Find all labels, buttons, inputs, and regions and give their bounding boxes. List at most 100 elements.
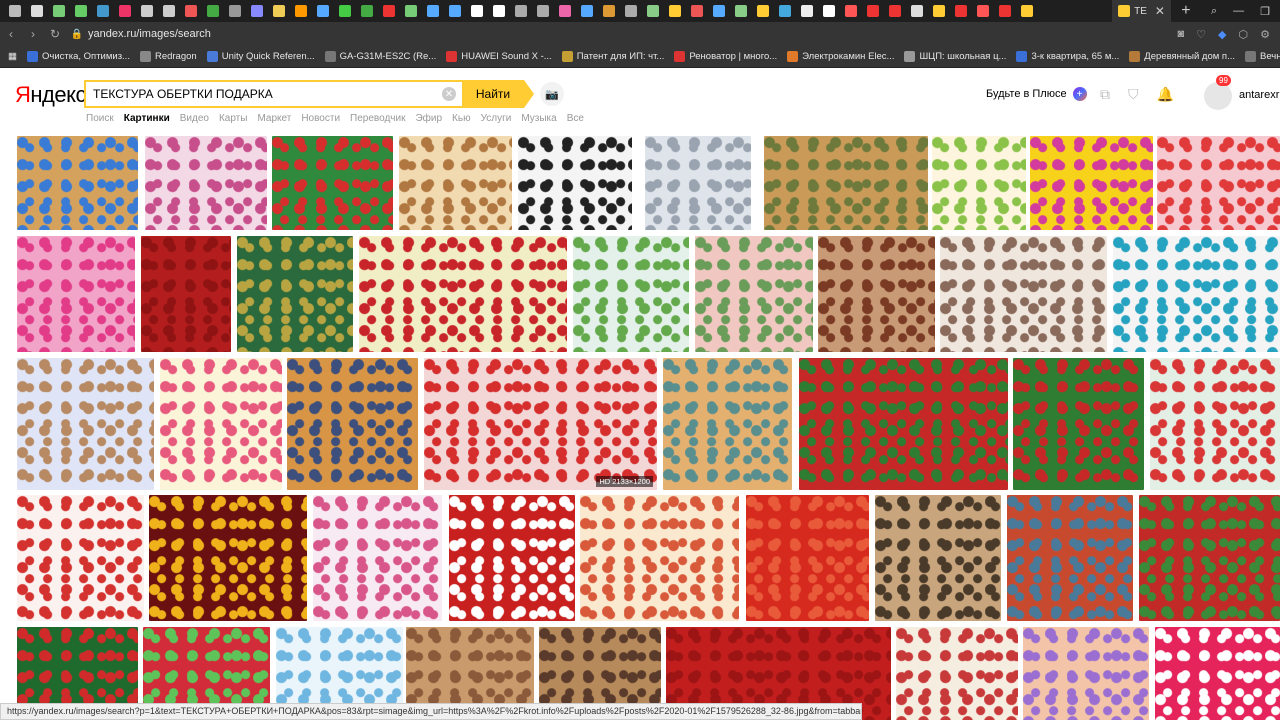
active-tab[interactable]: TE ✕ — [1112, 0, 1171, 22]
image-result[interactable] — [645, 136, 751, 230]
image-result[interactable] — [799, 358, 1008, 490]
nav-item[interactable]: Поиск — [86, 113, 114, 124]
image-result[interactable] — [663, 358, 792, 490]
nav-item[interactable]: Карты — [219, 113, 248, 124]
restore-icon[interactable]: ❐ — [1260, 5, 1270, 18]
tab-favicon-icon[interactable] — [911, 5, 923, 17]
forward-icon[interactable]: › — [22, 27, 44, 41]
nav-item[interactable]: Все — [567, 113, 584, 124]
lock-icon[interactable]: 🔒 — [66, 29, 88, 40]
nav-item[interactable]: Новости — [301, 113, 340, 124]
tab-favicon-icon[interactable] — [207, 5, 219, 17]
search-tabs-icon[interactable]: ⌕ — [1211, 5, 1217, 18]
image-result[interactable] — [746, 495, 869, 621]
image-result[interactable] — [1030, 136, 1153, 230]
image-result[interactable] — [359, 236, 567, 352]
tab-favicon-icon[interactable] — [53, 5, 65, 17]
tab-favicon-icon[interactable] — [713, 5, 725, 17]
image-result[interactable] — [272, 136, 393, 230]
extension-icon[interactable]: ◆ — [1218, 28, 1226, 41]
yandex-logo[interactable]: Яндекс — [15, 82, 86, 108]
bookmark-item[interactable]: Redragon — [139, 51, 197, 62]
close-icon[interactable]: ✕ — [1155, 4, 1165, 18]
nav-item[interactable]: Эфир — [415, 113, 442, 124]
tab-favicon-icon[interactable] — [977, 5, 989, 17]
plus-promo[interactable]: Будьте в Плюсе + — [986, 87, 1087, 101]
search-input[interactable]: ТЕКСТУРА ОБЕРТКИ ПОДАРКА ✕ — [84, 80, 462, 108]
tab-favicon-icon[interactable] — [163, 5, 175, 17]
tab-favicon-icon[interactable] — [361, 5, 373, 17]
tab-favicon-icon[interactable] — [867, 5, 879, 17]
tab-favicon-icon[interactable] — [251, 5, 263, 17]
url-field[interactable]: yandex.ru/images/search — [88, 28, 1178, 40]
camera-icon[interactable]: ◙ — [1178, 28, 1185, 41]
tab-favicon-icon[interactable] — [559, 5, 571, 17]
reload-icon[interactable]: ↻ — [44, 27, 66, 41]
image-result[interactable] — [896, 627, 1018, 720]
search-query[interactable]: ТЕКСТУРА ОБЕРТКИ ПОДАРКА — [93, 87, 442, 101]
tab-favicon-icon[interactable] — [845, 5, 857, 17]
tab-favicon-icon[interactable] — [625, 5, 637, 17]
username[interactable]: antarexru — [1239, 89, 1280, 101]
image-result[interactable] — [17, 495, 144, 621]
user-avatar[interactable]: 99 — [1204, 75, 1232, 110]
tab-favicon-icon[interactable] — [955, 5, 967, 17]
tab-favicon-icon[interactable] — [471, 5, 483, 17]
bookmark-item[interactable]: Вечные ссылки и с... — [1245, 51, 1280, 62]
image-result[interactable] — [1155, 627, 1280, 720]
image-result[interactable] — [518, 136, 632, 230]
nav-item[interactable]: Услуги — [481, 113, 512, 124]
image-result[interactable] — [1139, 495, 1280, 621]
tab-favicon-icon[interactable] — [735, 5, 747, 17]
bookmark-item[interactable]: ШЦП: школьная ц... — [904, 51, 1006, 62]
nav-item[interactable]: Кью — [452, 113, 471, 124]
tab-favicon-icon[interactable] — [999, 5, 1011, 17]
image-result[interactable] — [160, 358, 282, 490]
image-result[interactable] — [764, 136, 928, 230]
tab-favicon-icon[interactable] — [405, 5, 417, 17]
nav-item[interactable]: Видео — [180, 113, 209, 124]
tab-favicon-icon[interactable] — [493, 5, 505, 17]
image-result[interactable] — [573, 236, 689, 352]
tab-favicon-icon[interactable] — [119, 5, 131, 17]
image-result[interactable] — [932, 136, 1026, 230]
bookmark-item[interactable]: 3-к квартира, 65 м... — [1016, 51, 1119, 62]
tab-favicon-icon[interactable] — [383, 5, 395, 17]
settings-icon[interactable]: ⚙ — [1260, 28, 1270, 41]
bookmark-item[interactable]: GA-G31M-ES2C (Re... — [324, 51, 436, 62]
image-result[interactable] — [399, 136, 512, 230]
tab-favicon-icon[interactable] — [757, 5, 769, 17]
tab-favicon-icon[interactable] — [1021, 5, 1033, 17]
tab-favicon-icon[interactable] — [801, 5, 813, 17]
image-result[interactable] — [237, 236, 353, 352]
tab-favicon-icon[interactable] — [229, 5, 241, 17]
image-result[interactable] — [287, 358, 418, 490]
collections-icon[interactable]: ⧉ — [1100, 86, 1110, 103]
bookmark-item[interactable]: Патент для ИП: чт... — [561, 51, 664, 62]
image-result[interactable] — [875, 495, 1001, 621]
tab-favicon-icon[interactable] — [779, 5, 791, 17]
bookmark-item[interactable]: Очистка, Оптимиз... — [26, 51, 130, 62]
bookmark-item[interactable]: HUAWEI Sound X -... — [446, 51, 552, 62]
tab-favicon-icon[interactable] — [537, 5, 549, 17]
back-icon[interactable]: ‹ — [0, 27, 22, 41]
minimize-icon[interactable]: — — [1233, 5, 1244, 17]
clear-icon[interactable]: ✕ — [442, 87, 456, 101]
tab-favicon-icon[interactable] — [669, 5, 681, 17]
new-tab-button[interactable]: + — [1171, 2, 1201, 20]
image-result[interactable] — [695, 236, 813, 352]
tab-favicon-icon[interactable] — [647, 5, 659, 17]
image-result[interactable] — [580, 495, 739, 621]
image-result[interactable] — [1150, 358, 1280, 490]
image-result[interactable]: HD 2133×1200 — [424, 358, 657, 490]
image-result[interactable] — [17, 136, 138, 230]
image-result[interactable] — [313, 495, 442, 621]
nav-item[interactable]: Картинки — [124, 113, 170, 124]
tab-favicon-icon[interactable] — [9, 5, 21, 17]
bookmark-item[interactable]: Unity Quick Referen... — [206, 51, 315, 62]
tab-favicon-icon[interactable] — [889, 5, 901, 17]
tab-favicon-icon[interactable] — [933, 5, 945, 17]
tab-favicon-icon[interactable] — [75, 5, 87, 17]
tab-favicon-icon[interactable] — [185, 5, 197, 17]
heart-icon[interactable]: ♡ — [1196, 28, 1206, 41]
